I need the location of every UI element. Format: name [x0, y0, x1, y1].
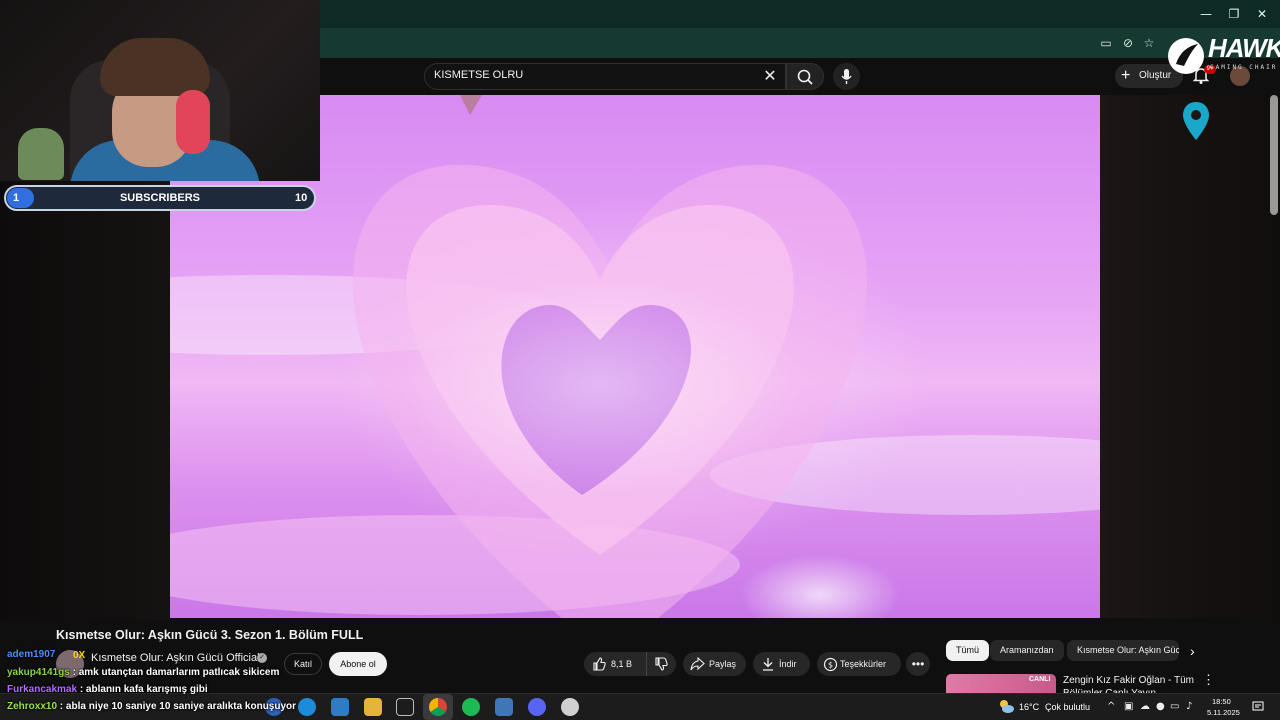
chevron-right-icon[interactable]: › [1190, 643, 1195, 659]
notification-center-icon[interactable] [1252, 700, 1264, 712]
eye-off-icon[interactable]: ⊘ [1120, 35, 1136, 51]
left-backdrop [0, 180, 170, 620]
download-button[interactable]: İndir [753, 652, 810, 676]
xbox-icon[interactable] [396, 698, 414, 716]
clock-date[interactable]: 5.11.2025 [1207, 708, 1240, 717]
minimize-button[interactable]: — [1197, 6, 1215, 22]
chip-all[interactable]: Tümü [946, 640, 990, 661]
chip-series[interactable]: Kısmetse Olur: Aşkın Gücü [1067, 640, 1179, 661]
video-title: Kısmetse Olur: Aşkın Gücü 3. Sezon 1. Bö… [56, 628, 364, 642]
hawk-tagline: GAMING CHAIR [1210, 64, 1278, 71]
chat-line: Zehroxx10 : abla niye 10 saniye 10 saniy… [7, 701, 296, 712]
thanks-button[interactable]: $ Teşekkürler [817, 652, 901, 676]
right-backdrop [1100, 95, 1280, 618]
microphone-tray-icon[interactable]: ● [1156, 701, 1165, 712]
weather-description[interactable]: Çok bulutlu [1045, 702, 1090, 712]
chip-from-search[interactable]: Aramanızdan [990, 640, 1064, 661]
headset [176, 90, 210, 154]
figurine [18, 128, 64, 180]
outlook-icon[interactable] [331, 698, 349, 716]
star-icon[interactable]: ☆ [1141, 35, 1157, 51]
voice-search-button[interactable] [833, 63, 860, 90]
thanks-label: Teşekkürler [840, 659, 887, 669]
webcam-feed [0, 0, 320, 181]
microphone-icon [841, 69, 852, 84]
svg-text:$: $ [828, 661, 833, 670]
search-icon [797, 69, 813, 85]
channel-name[interactable]: Kısmetse Olur: Aşkın Gücü Official [91, 652, 260, 664]
spotify-icon[interactable] [462, 698, 480, 716]
chat-line: Furkancakmak : ablanın kafa karışmış gib… [7, 684, 208, 695]
cloud-icon[interactable]: ☁ [1140, 701, 1150, 712]
plus-icon: + [1121, 67, 1131, 84]
super-thanks-icon: $ [823, 657, 838, 672]
like-count: 8,1 B [611, 659, 633, 669]
chrome-icon[interactable] [429, 698, 447, 716]
network-icon[interactable]: ▭ [1170, 701, 1179, 712]
hawk-brand: HAWK [1208, 33, 1280, 63]
close-button[interactable]: ✕ [1253, 6, 1271, 22]
verified-icon: ✓ [257, 653, 267, 663]
dislike-button[interactable] [646, 652, 676, 676]
subscriber-label: SUBSCRIBERS [119, 192, 201, 204]
search-query[interactable]: KISMETSE OLRU [434, 69, 523, 81]
tray-app-icon[interactable]: ▣ [1124, 701, 1133, 712]
weather-icon[interactable] [997, 698, 1015, 714]
live-badge: CANLI [1029, 676, 1051, 683]
download-icon [763, 658, 773, 671]
chat-line: adem1907 [7, 649, 55, 660]
like-button[interactable]: 8,1 B [584, 652, 646, 676]
thumbs-up-icon [593, 657, 606, 671]
streamer-hair [100, 38, 210, 96]
search-button[interactable] [786, 63, 824, 90]
chat-user: Furkancakmak [7, 684, 78, 695]
share-button[interactable]: Paylaş [683, 652, 746, 676]
thumbs-down-icon [655, 657, 668, 671]
weather-temperature[interactable]: 16°C [1019, 702, 1039, 712]
chat-user: yakup4141gs [7, 667, 70, 678]
edge-icon[interactable] [298, 698, 316, 716]
cast-icon[interactable]: ▭ [1098, 35, 1114, 51]
share-icon [690, 657, 705, 671]
file-explorer-icon[interactable] [364, 698, 382, 716]
recommendation-menu-icon[interactable]: ⋮ [1202, 672, 1215, 688]
volume-icon[interactable]: ♪ [1186, 701, 1192, 712]
join-button[interactable]: Katıl [284, 653, 322, 675]
discord-icon[interactable] [528, 698, 546, 716]
more-actions-button[interactable]: ••• [906, 652, 930, 676]
chat-message: : amk utançtan damarlarım patlıcak sikic… [69, 667, 280, 678]
chat-user: adem1907 [7, 649, 56, 660]
steam-icon[interactable] [495, 698, 513, 716]
chat-user: Zehroxx10 [7, 701, 58, 712]
page-scrollbar[interactable] [1270, 95, 1278, 215]
chat-message: : ablanın kafa karışmış gibi [77, 684, 208, 695]
chat-badge: 0X [73, 650, 86, 661]
clear-search-icon[interactable]: ✕ [762, 66, 778, 86]
tray-chevron-icon[interactable]: ^ [1107, 701, 1115, 712]
chat-line: yakup4141gs : amk utançtan damarlarım pa… [7, 667, 279, 678]
obs-icon[interactable] [561, 698, 579, 716]
subscribe-button[interactable]: Abone ol [329, 652, 387, 676]
download-label: İndir [779, 659, 797, 669]
chat-message: : abla niye 10 saniye 10 saniye aralıkta… [57, 701, 297, 712]
subscriber-goal: 10 [295, 192, 308, 204]
location-pin-icon [1180, 100, 1212, 142]
restore-button[interactable]: ❐ [1225, 6, 1243, 22]
clock-time[interactable]: 18:50 [1212, 697, 1231, 706]
share-label: Paylaş [709, 659, 737, 669]
